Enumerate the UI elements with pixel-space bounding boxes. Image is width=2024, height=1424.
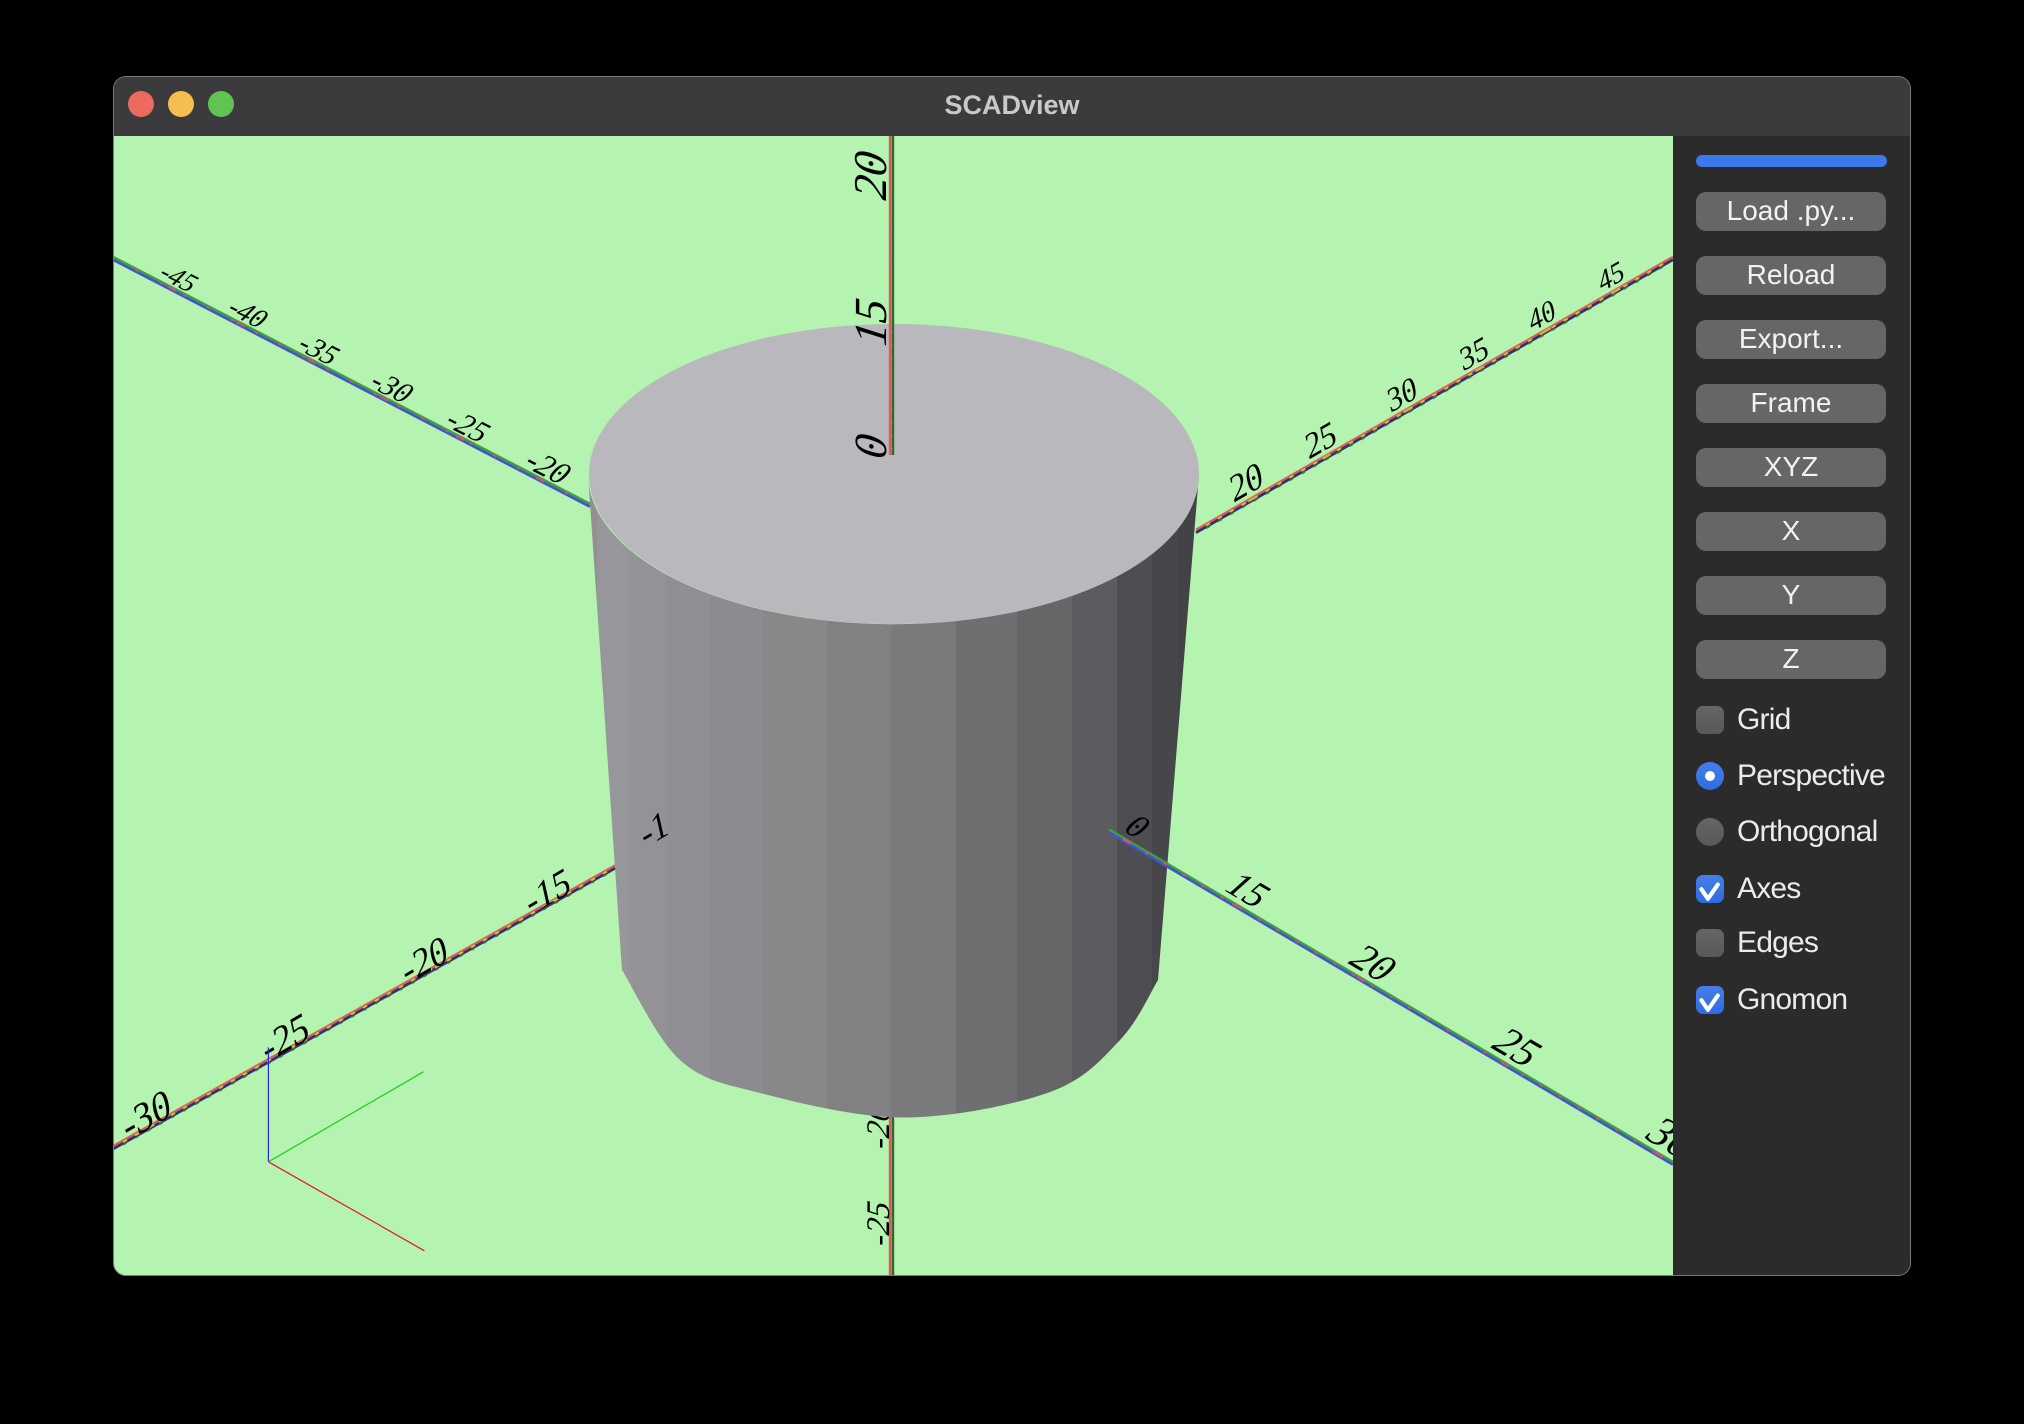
svg-text:20: 20 xyxy=(845,148,897,203)
svg-text:15: 15 xyxy=(845,295,896,348)
svg-text:-25: -25 xyxy=(860,1199,897,1248)
